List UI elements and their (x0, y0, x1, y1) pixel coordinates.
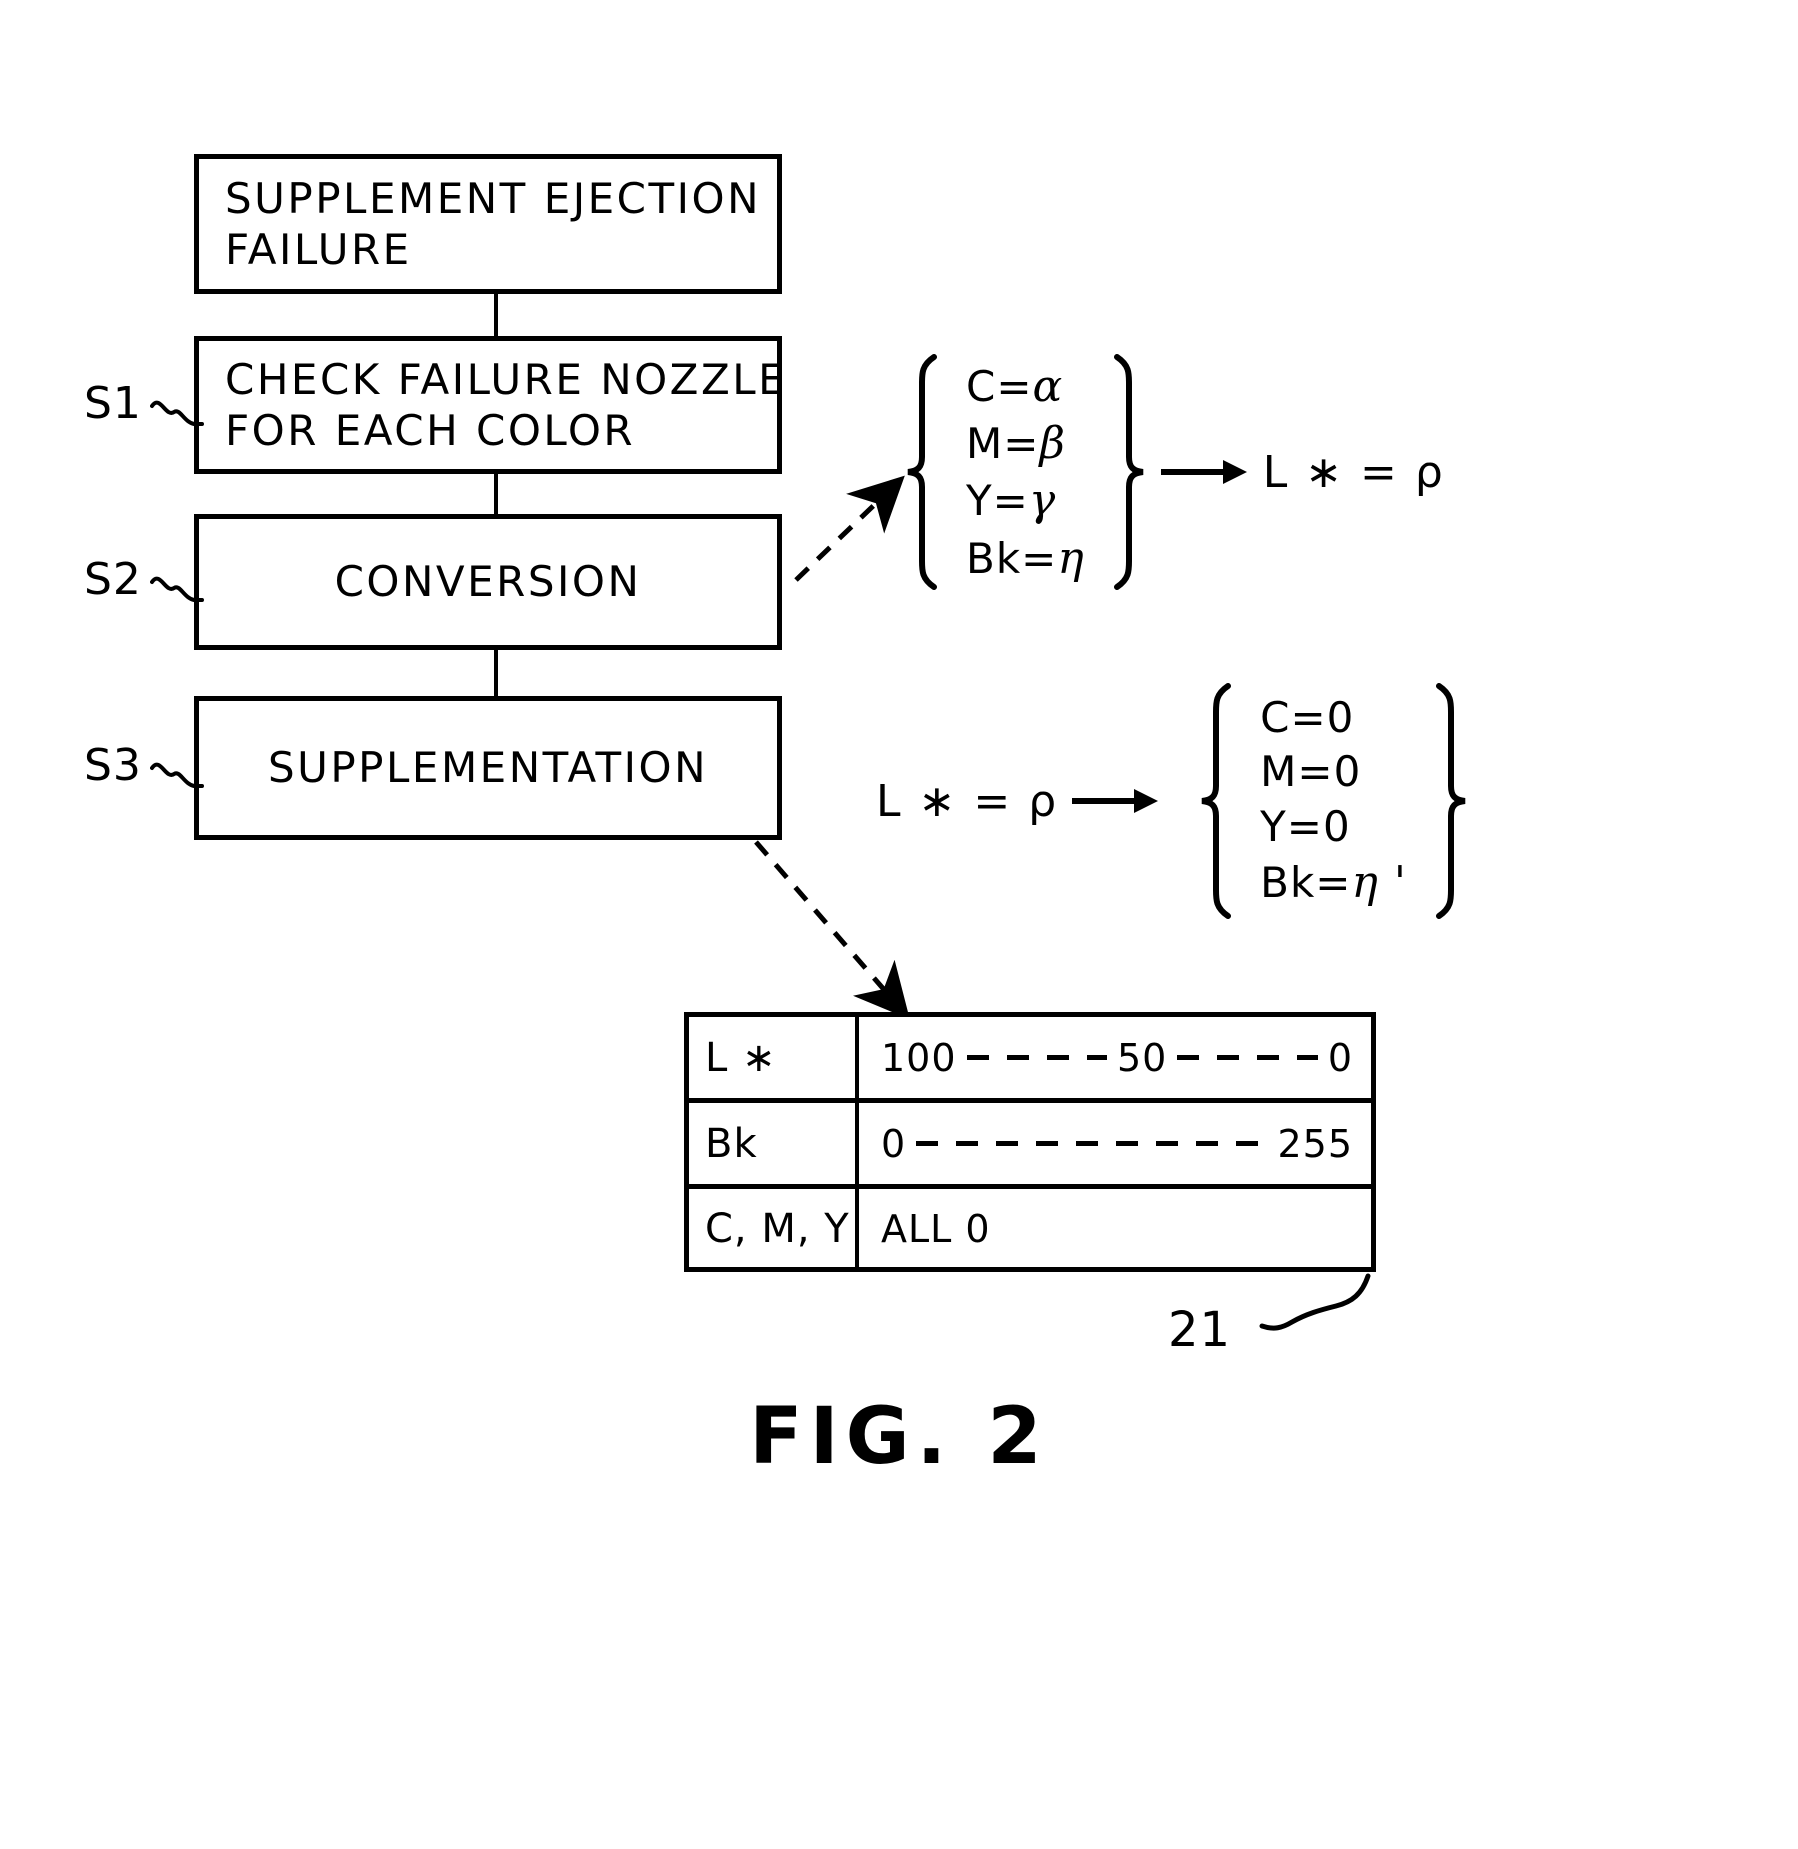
equation-row-value: γ (1028, 475, 1057, 527)
equation-row: Bk=η ' (1260, 854, 1407, 911)
equation-brace-group: C=α M=β Y=γ Bk=η (900, 352, 1151, 593)
equation-row: Y=γ (966, 472, 1085, 529)
equation-row-label: C= (966, 362, 1033, 411)
ramp-end: 255 (1277, 1121, 1353, 1166)
ramp-dashes (966, 1055, 1107, 1060)
equation-row-value: 0 (1333, 747, 1362, 797)
equation-row-value: α (1032, 361, 1064, 412)
table-row-key: C, M, Y (689, 1189, 859, 1269)
flow-box-line: FAILURE (225, 225, 412, 274)
lookup-table[interactable]: L ∗ 100 50 0 Bk 0 255 C, M, Y ALL 0 (684, 1012, 1376, 1272)
equation-brace-group: C=0 M=0 Y=0 Bk=η ' (1194, 682, 1473, 920)
equation-output-rows: C=0 M=0 Y=0 Bk=η ' (1234, 685, 1433, 918)
equation-supplementation: L ∗ = ρ C=0 M=0 Y=0 Bk=η ' (876, 682, 1473, 920)
equation-input: L ∗ = ρ (876, 775, 1059, 827)
step-label-s2: S2 (84, 554, 142, 605)
step-leader-s1 (150, 400, 204, 426)
table-row-value: 0 255 (859, 1103, 1371, 1184)
equation-row-label: Bk= (1260, 858, 1352, 908)
figure-caption: FIG. 2 (749, 1392, 1049, 1482)
arrow-right-icon (1072, 786, 1159, 816)
table-row-value: ALL 0 (881, 1207, 991, 1251)
equation-row-value: 0 (1326, 692, 1355, 742)
step-label-s3: S3 (84, 740, 142, 791)
equation-row: Bk=η (966, 530, 1085, 587)
equation-conversion: C=α M=β Y=γ Bk=η L ∗ = ρ (900, 352, 1445, 593)
equation-row-value: 0 (1323, 801, 1351, 851)
table-row[interactable]: C, M, Y ALL 0 (689, 1189, 1371, 1269)
connector-box2-box3 (494, 470, 498, 516)
value-ramp: 0 255 (881, 1122, 1353, 1166)
equation-result: L ∗ = ρ (1262, 446, 1445, 498)
reference-leader-21 (1259, 1273, 1371, 1331)
equation-row-label: Y= (1260, 801, 1323, 851)
flow-box-line: SUPPLEMENTATION (267, 743, 709, 793)
flow-box-line: SUPPLEMENT EJECTION (225, 173, 761, 223)
equation-row: C=α (966, 358, 1085, 415)
flow-box-supplementation[interactable]: SUPPLEMENTATION (194, 696, 782, 840)
table-row-key: Bk (689, 1103, 859, 1184)
equation-row-label: C= (1260, 692, 1327, 742)
equation-row-label: Y= (966, 476, 1029, 526)
flow-box-line: FOR EACH COLOR (225, 406, 636, 455)
flow-box-line: CHECK FAILURE NOZZLE (225, 354, 788, 404)
ramp-middle: 50 (1117, 1035, 1168, 1080)
equation-row: M=β (966, 415, 1085, 472)
value-ramp: 100 50 0 (881, 1036, 1353, 1080)
reference-numeral: 21 (1168, 1302, 1232, 1358)
equation-row-value: η ' (1351, 857, 1407, 909)
equation-row: Y=0 (1260, 800, 1407, 855)
equation-row-label: M= (1260, 747, 1334, 797)
ramp-end: 0 (1327, 1035, 1354, 1080)
flow-box-supplement-ejection-failure[interactable]: SUPPLEMENT EJECTION FAILURE (194, 154, 782, 294)
right-brace-icon (1113, 354, 1144, 591)
equation-row: C=0 (1260, 691, 1407, 746)
arrow-right-icon (1160, 457, 1247, 487)
equation-row-value: β (1039, 418, 1066, 470)
step-leader-s3 (150, 762, 204, 788)
patent-figure-2: SUPPLEMENT EJECTION FAILURE CHECK FAILUR… (0, 0, 1798, 1849)
equation-row-label: Bk= (966, 533, 1058, 583)
table-row-key: L ∗ (689, 1017, 859, 1098)
table-row[interactable]: Bk 0 255 (689, 1103, 1371, 1189)
ramp-start: 100 (881, 1035, 957, 1080)
connector-box3-box4 (494, 648, 498, 698)
table-row-value: 100 50 0 (859, 1017, 1371, 1098)
ramp-dashes (916, 1141, 1268, 1146)
right-brace-icon (1435, 683, 1466, 919)
equation-row-label: M= (966, 419, 1040, 469)
left-brace-icon (907, 354, 937, 591)
table-row[interactable]: L ∗ 100 50 0 (689, 1017, 1371, 1103)
ramp-start: 0 (881, 1121, 907, 1166)
equation-row: M=0 (1260, 745, 1407, 800)
dashed-arrow-supplementation-to-table (754, 840, 910, 1020)
flow-box-line: CONVERSION (334, 557, 642, 607)
step-leader-s2 (150, 576, 204, 602)
equation-input-rows: C=α M=β Y=γ Bk=η (940, 352, 1111, 593)
left-brace-icon (1201, 683, 1232, 919)
step-label-s1: S1 (84, 378, 142, 429)
flow-box-check-failure-nozzle[interactable]: CHECK FAILURE NOZZLE FOR EACH COLOR (194, 336, 788, 474)
equation-row-value: η (1057, 532, 1085, 584)
ramp-dashes (1177, 1055, 1318, 1060)
flow-box-conversion[interactable]: CONVERSION (194, 514, 782, 650)
connector-box1-box2 (494, 290, 498, 340)
